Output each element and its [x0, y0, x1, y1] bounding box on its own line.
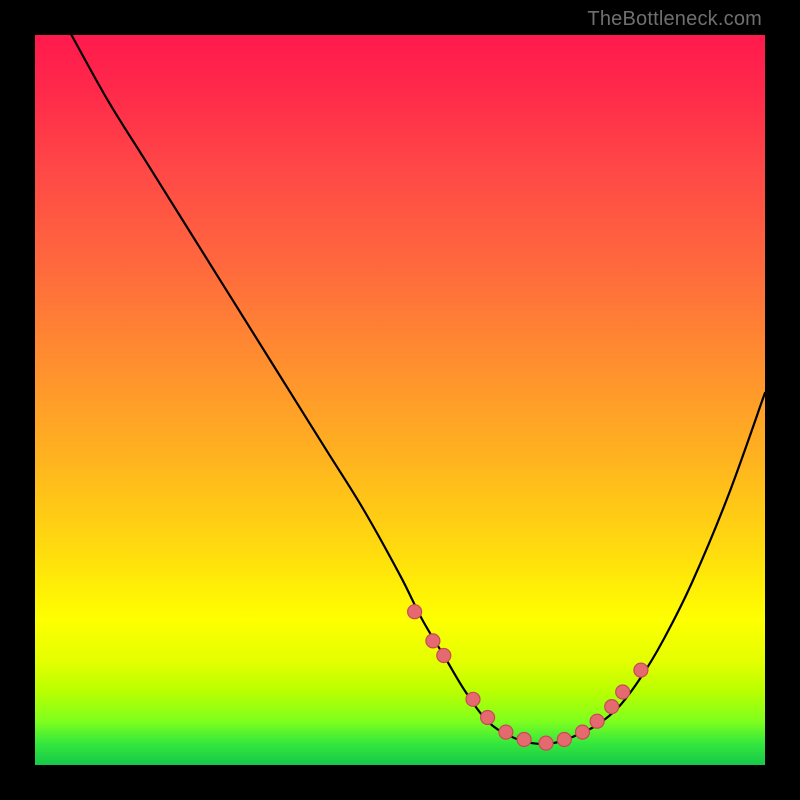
- curve-marker: [466, 692, 480, 706]
- curve-markers: [408, 605, 648, 750]
- curve-marker: [634, 663, 648, 677]
- bottleneck-curve: [72, 35, 766, 744]
- curve-marker: [557, 733, 571, 747]
- plot-area: [35, 35, 765, 765]
- chart-stage: TheBottleneck.com: [0, 0, 800, 800]
- curve-marker: [481, 711, 495, 725]
- credit-text: TheBottleneck.com: [587, 8, 762, 31]
- chart-svg: [35, 35, 765, 765]
- curve-marker: [576, 725, 590, 739]
- curve-marker: [539, 736, 553, 750]
- curve-marker: [590, 714, 604, 728]
- curve-marker: [605, 700, 619, 714]
- curve-marker: [408, 605, 422, 619]
- curve-marker: [426, 634, 440, 648]
- curve-marker: [499, 725, 513, 739]
- curve-marker: [437, 649, 451, 663]
- curve-marker: [517, 733, 531, 747]
- curve-marker: [616, 685, 630, 699]
